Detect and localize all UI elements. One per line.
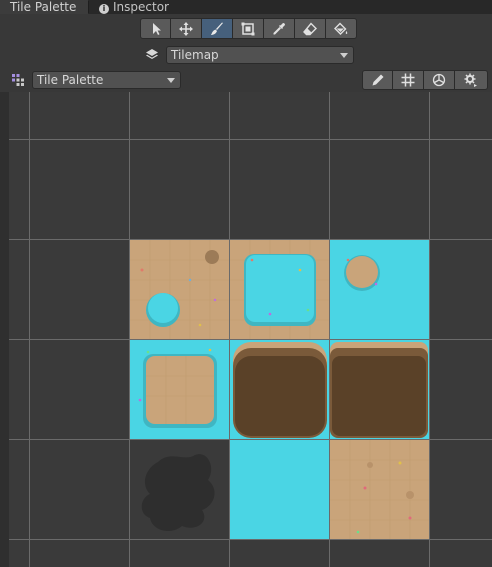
brush-icon <box>211 22 223 35</box>
tile-sand-art <box>330 440 430 540</box>
tile-water-sand-islet-art <box>330 240 430 340</box>
tile-tools-toolbar <box>140 18 357 39</box>
gizmo-icon <box>432 73 446 87</box>
tile-sand-square-pond[interactable] <box>230 240 330 340</box>
grid-line <box>29 92 30 567</box>
eraser-icon <box>303 21 317 35</box>
tile-water-art <box>230 440 330 540</box>
active-tilemap-row: Tilemap <box>145 45 354 65</box>
chevron-down-icon <box>167 78 175 83</box>
grid-line <box>9 139 492 140</box>
grid-line <box>9 439 492 440</box>
grid-line <box>429 92 430 567</box>
gizmos-button[interactable] <box>424 70 455 90</box>
tile-dirt-block-rounded[interactable] <box>230 340 330 440</box>
tab-tile-palette[interactable]: Tile Palette <box>0 0 88 14</box>
tile-sand-small-pond[interactable] <box>130 240 230 340</box>
tab-inspector-label: Inspector <box>113 0 169 14</box>
grid-line <box>329 92 330 567</box>
grid-line <box>9 339 492 340</box>
grid-line <box>229 92 230 567</box>
grid-line <box>9 239 492 240</box>
paint-bucket-icon <box>334 22 348 35</box>
tile-dirt-block-edge-art <box>330 340 430 440</box>
paint-tool-button[interactable] <box>202 18 233 39</box>
box-fill-icon <box>241 22 255 35</box>
gear-icon <box>464 73 477 87</box>
tile-sand[interactable] <box>330 440 430 540</box>
palette-grid[interactable] <box>9 92 492 567</box>
palette-dropdown-value: Tile Palette <box>37 73 104 87</box>
info-icon: i <box>99 4 109 14</box>
tile-water-sand-islet[interactable] <box>330 240 430 340</box>
tile-sand-square-pond-art <box>230 240 330 340</box>
edit-palette-button[interactable] <box>362 70 393 90</box>
tab-inspector[interactable]: i Inspector <box>89 0 185 14</box>
tile-water[interactable] <box>230 440 330 540</box>
tile-sand-small-pond-art <box>130 240 230 340</box>
grid-line <box>129 92 130 567</box>
pencil-icon <box>372 74 383 86</box>
tile-shadow-blob-art <box>130 440 230 540</box>
tile-water-sand-square[interactable] <box>130 340 230 440</box>
toggle-grid-button[interactable] <box>393 70 424 90</box>
fill-tool-button[interactable] <box>326 18 357 39</box>
picker-tool-button[interactable] <box>264 18 295 39</box>
settings-button[interactable] <box>455 70 488 90</box>
palette-grid-icon <box>12 74 24 86</box>
tile-dirt-block-edge[interactable] <box>330 340 430 440</box>
chevron-down-icon <box>340 53 348 58</box>
active-tilemap-dropdown[interactable]: Tilemap <box>166 46 354 64</box>
tile-shadow-blob[interactable] <box>130 440 230 540</box>
active-tilemap-value: Tilemap <box>171 48 219 62</box>
arrow-pointer-icon <box>152 22 161 35</box>
palette-row: Tile Palette <box>0 70 492 92</box>
select-tool-button[interactable] <box>140 18 171 39</box>
layers-icon <box>146 49 158 59</box>
grid-icon <box>401 73 415 87</box>
grid-line <box>9 539 492 540</box>
box-fill-tool-button[interactable] <box>233 18 264 39</box>
tile-dirt-block-rounded-art <box>230 340 330 440</box>
palette-dropdown[interactable]: Tile Palette <box>32 71 181 89</box>
eyedropper-icon <box>273 22 285 34</box>
move-tool-button[interactable] <box>171 18 202 39</box>
erase-tool-button[interactable] <box>295 18 326 39</box>
tab-bar: Tile Palette i Inspector <box>0 0 492 14</box>
window-edge <box>0 92 9 567</box>
tile-water-sand-square-art <box>130 340 230 440</box>
move-arrows-icon <box>179 21 193 36</box>
